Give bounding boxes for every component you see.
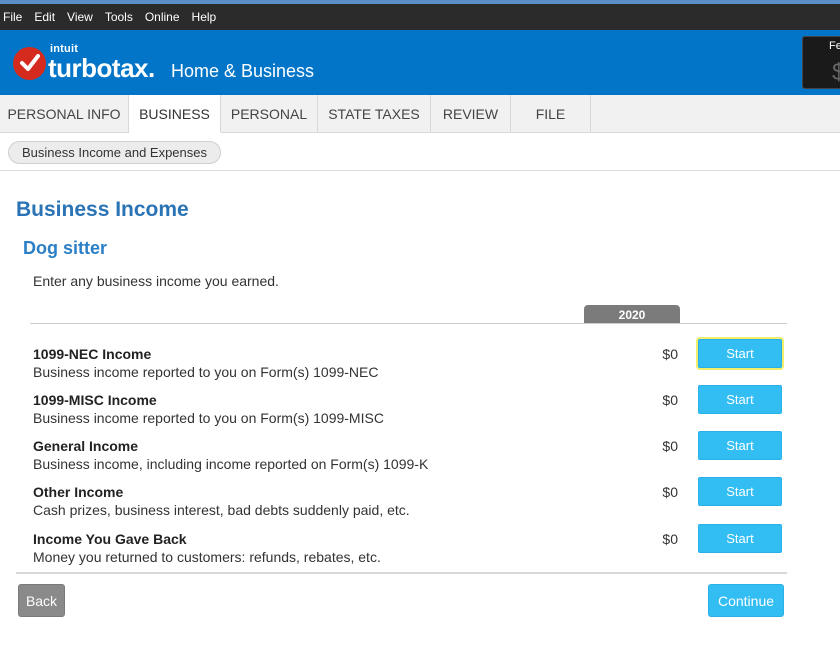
row-description: Money you returned to customers: refunds… — [33, 549, 381, 565]
divider — [30, 323, 787, 324]
row-title: 1099-MISC Income — [33, 392, 157, 408]
back-button[interactable]: Back — [18, 584, 65, 617]
row-description: Business income reported to you on Form(… — [33, 410, 384, 426]
menu-file[interactable]: File — [0, 10, 29, 24]
row-amount: $0 — [662, 531, 678, 547]
row-description: Cash prizes, business interest, bad debt… — [33, 502, 410, 518]
row-title: 1099-NEC Income — [33, 346, 152, 362]
tab-state-taxes[interactable]: STATE TAXES — [318, 95, 431, 133]
start-button-income-gave-back[interactable]: Start — [698, 524, 782, 553]
turbotax-checkmark-icon — [13, 47, 46, 80]
row-amount: $0 — [662, 484, 678, 500]
start-button-1099-misc[interactable]: Start — [698, 385, 782, 414]
main-tabs: PERSONAL INFO BUSINESS PERSONAL STATE TA… — [0, 95, 840, 133]
row-amount: $0 — [662, 346, 678, 362]
tab-review[interactable]: REVIEW — [431, 95, 511, 133]
tab-personal[interactable]: PERSONAL — [221, 95, 318, 133]
start-button-general-income[interactable]: Start — [698, 431, 782, 460]
business-name: Dog sitter — [23, 238, 108, 258]
menu-tools[interactable]: Tools — [102, 10, 140, 24]
row-title: Income You Gave Back — [33, 531, 187, 547]
edition-name: Home & Business — [171, 61, 315, 81]
tab-business[interactable]: BUSINESS — [129, 95, 221, 133]
page-title: Business Income — [16, 198, 189, 221]
start-button-1099-nec[interactable]: Start — [698, 339, 782, 368]
menu-edit[interactable]: Edit — [31, 10, 62, 24]
tab-personal-info[interactable]: PERSONAL INFO — [0, 95, 129, 133]
menu-bar: File Edit View Tools Online Help — [0, 4, 840, 30]
continue-button[interactable]: Continue — [708, 584, 784, 617]
turbotax-logo-text: turbotax. — [48, 53, 155, 83]
sub-navigation: Business Income and Expenses — [0, 133, 840, 171]
row-amount: $0 — [662, 438, 678, 454]
row-description: Business income reported to you on Form(… — [33, 364, 379, 380]
instruction-text: Enter any business income you earned. — [33, 273, 279, 289]
start-button-other-income[interactable]: Start — [698, 477, 782, 506]
year-column-header: 2020 — [584, 305, 680, 324]
row-title: General Income — [33, 438, 139, 454]
refund-amount: $ — [832, 59, 840, 87]
menu-view[interactable]: View — [64, 10, 100, 24]
breadcrumb-business-income-expenses[interactable]: Business Income and Expenses — [8, 141, 221, 164]
row-description: Business income, including income report… — [33, 456, 429, 472]
menu-help[interactable]: Help — [189, 10, 224, 24]
menu-online[interactable]: Online — [142, 10, 187, 24]
federal-refund-meter[interactable]: Fe $ — [802, 36, 840, 89]
row-amount: $0 — [662, 392, 678, 408]
tab-file[interactable]: FILE — [511, 95, 591, 133]
divider — [16, 572, 787, 574]
refund-label: Fe — [829, 40, 840, 52]
row-title: Other Income — [33, 484, 124, 500]
